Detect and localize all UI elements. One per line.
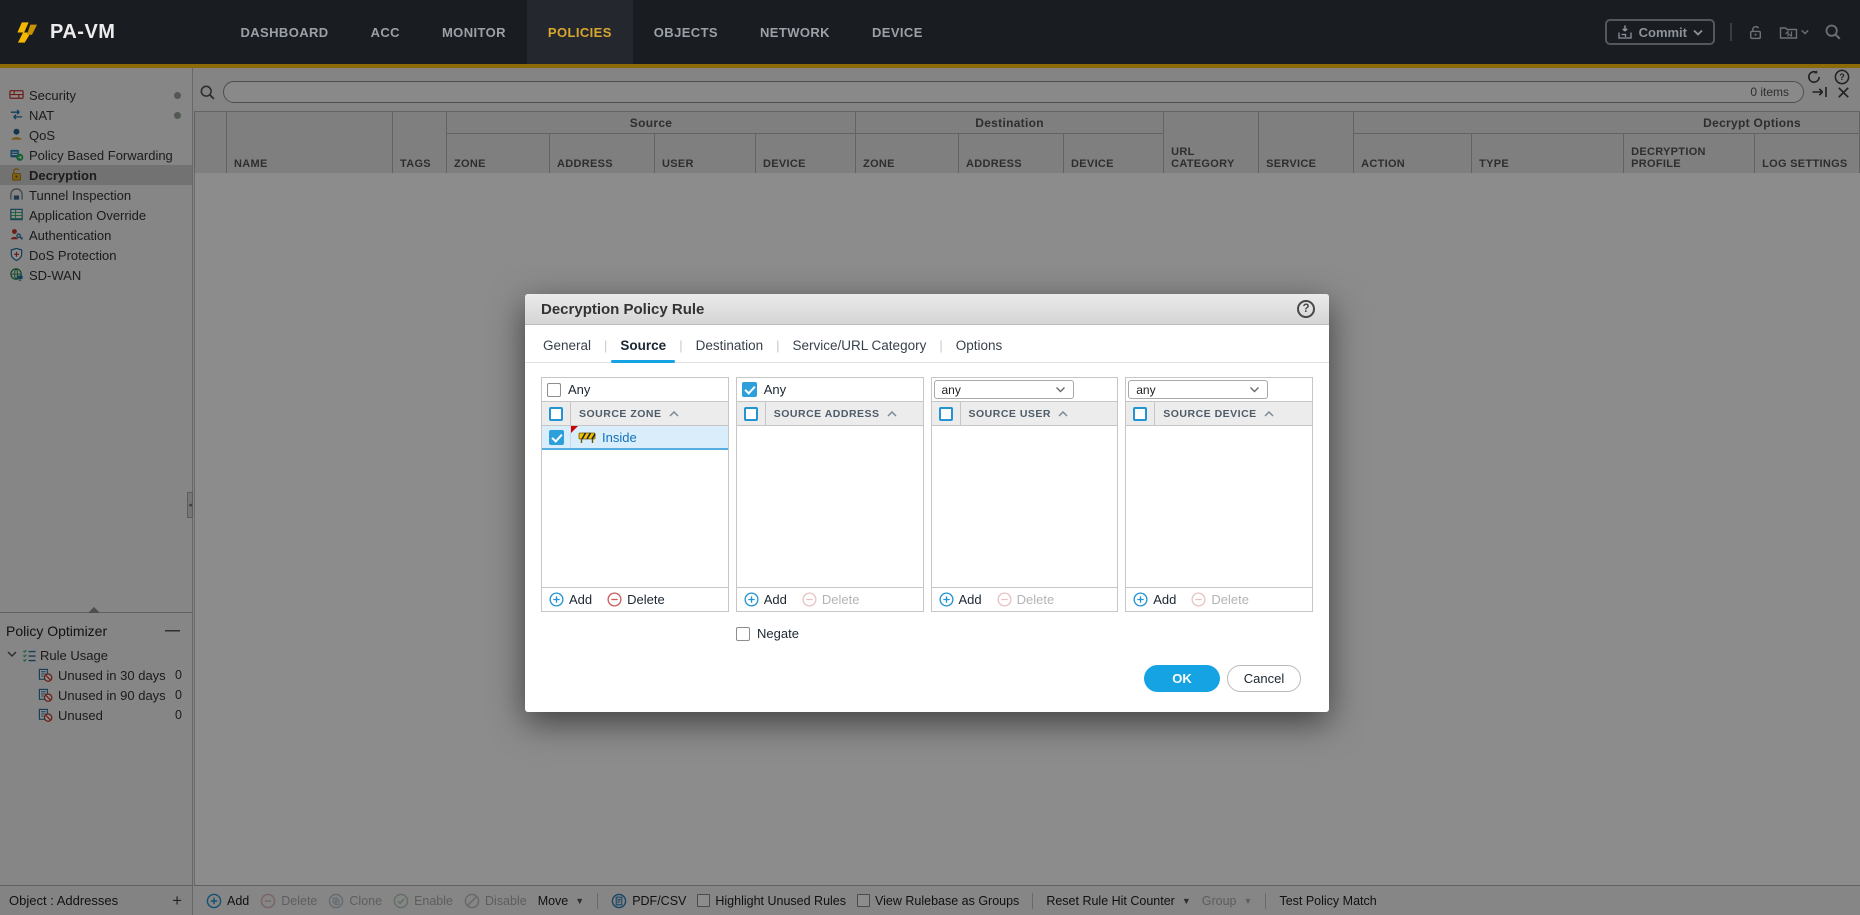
delete-icon xyxy=(1191,592,1206,607)
negate-toggle[interactable]: Negate xyxy=(736,626,1313,641)
zone-row-inside[interactable]: Inside xyxy=(542,426,728,450)
select-all-checkbox[interactable] xyxy=(549,407,563,421)
lock-icon[interactable] xyxy=(1747,24,1764,41)
source-user-footer: Add Delete xyxy=(932,587,1118,611)
zone-icon xyxy=(578,431,596,444)
device-add-button[interactable]: Add xyxy=(1133,592,1176,607)
main-menu: DASHBOARD ACC MONITOR POLICIES OBJECTS N… xyxy=(219,0,943,64)
chevron-down-icon xyxy=(1249,386,1260,393)
source-address-panel: Any SOURCE ADDRESS Add xyxy=(736,377,924,612)
device-delete-button[interactable]: Delete xyxy=(1191,592,1249,607)
tab-source[interactable]: Source xyxy=(607,338,679,362)
chevron-down-icon xyxy=(1801,29,1809,35)
any-checkbox-checked[interactable] xyxy=(742,382,757,397)
source-zone-list: Inside xyxy=(542,426,728,587)
add-icon xyxy=(1133,592,1148,607)
user-add-button[interactable]: Add xyxy=(939,592,982,607)
user-delete-button[interactable]: Delete xyxy=(997,592,1055,607)
brand-name: PA-VM xyxy=(50,21,115,44)
commit-button[interactable]: Commit xyxy=(1605,19,1715,45)
zone-name: Inside xyxy=(602,430,637,445)
source-address-any-row[interactable]: Any xyxy=(737,378,923,401)
source-user-select[interactable]: any xyxy=(934,380,1074,399)
nav-item-device[interactable]: DEVICE xyxy=(851,0,944,64)
zone-add-button[interactable]: Add xyxy=(549,592,592,607)
chevron-down-icon xyxy=(1055,386,1066,393)
pan-logo-icon xyxy=(14,19,41,46)
sort-asc-icon[interactable] xyxy=(1264,411,1274,417)
delete-icon xyxy=(997,592,1012,607)
delete-icon xyxy=(802,592,817,607)
source-zone-panel: Any SOURCE ZONE xyxy=(541,377,729,612)
nav-utilities: Commit xyxy=(1605,19,1842,45)
nav-item-acc[interactable]: ACC xyxy=(350,0,421,64)
add-icon xyxy=(744,592,759,607)
any-checkbox-unchecked[interactable] xyxy=(547,383,561,397)
row-checkbox-checked[interactable] xyxy=(549,430,564,445)
source-address-header: SOURCE ADDRESS xyxy=(737,401,923,426)
top-nav: PA-VM DASHBOARD ACC MONITOR POLICIES OBJ… xyxy=(0,0,1860,64)
address-delete-button[interactable]: Delete xyxy=(802,592,860,607)
source-user-column-label[interactable]: SOURCE USER xyxy=(969,408,1052,420)
source-device-select[interactable]: any xyxy=(1128,380,1268,399)
nav-item-objects[interactable]: OBJECTS xyxy=(633,0,739,64)
source-zone-footer: Add Delete xyxy=(542,587,728,611)
decryption-policy-rule-dialog: Decryption Policy Rule ? General | Sourc… xyxy=(525,294,1329,712)
tab-destination[interactable]: Destination xyxy=(683,338,777,362)
delete-icon xyxy=(607,592,622,607)
source-device-panel: any SOURCE DEVICE xyxy=(1125,377,1313,612)
nav-item-network[interactable]: NETWORK xyxy=(739,0,851,64)
source-user-header: SOURCE USER xyxy=(932,401,1118,426)
sort-asc-icon[interactable] xyxy=(887,411,897,417)
brand: PA-VM xyxy=(14,19,115,46)
source-device-footer: Add Delete xyxy=(1126,587,1312,611)
sort-asc-icon[interactable] xyxy=(669,411,679,417)
nav-item-monitor[interactable]: MONITOR xyxy=(421,0,527,64)
dialog-title-bar: Decryption Policy Rule ? xyxy=(525,294,1329,325)
dialog-footer: OK Cancel xyxy=(541,665,1313,712)
select-all-checkbox[interactable] xyxy=(744,407,758,421)
source-device-select-row: any xyxy=(1126,378,1312,401)
tab-general[interactable]: General xyxy=(541,338,604,362)
source-zone-column-label[interactable]: SOURCE ZONE xyxy=(579,408,662,420)
global-search-icon[interactable] xyxy=(1824,23,1842,41)
cancel-button[interactable]: Cancel xyxy=(1227,665,1301,692)
dialog-tabs: General | Source | Destination | Service… xyxy=(525,325,1329,363)
source-zone-header: SOURCE ZONE xyxy=(542,401,728,426)
commit-icon xyxy=(1617,24,1633,40)
dialog-help-icon[interactable]: ? xyxy=(1297,300,1315,318)
add-icon xyxy=(549,592,564,607)
tab-options[interactable]: Options xyxy=(943,338,1016,362)
negate-checkbox[interactable] xyxy=(736,627,750,641)
dialog-title: Decryption Policy Rule xyxy=(541,301,704,318)
nav-item-dashboard[interactable]: DASHBOARD xyxy=(219,0,349,64)
source-user-panel: any SOURCE USER xyxy=(931,377,1119,612)
add-icon xyxy=(939,592,954,607)
nav-divider xyxy=(1730,23,1732,41)
sort-asc-icon[interactable] xyxy=(1058,411,1068,417)
ok-button[interactable]: OK xyxy=(1144,665,1220,692)
edited-flag-icon xyxy=(571,426,578,433)
source-device-header: SOURCE DEVICE xyxy=(1126,401,1312,426)
tab-service-url-category[interactable]: Service/URL Category xyxy=(780,338,940,362)
pan-os-screen: PA-VM DASHBOARD ACC MONITOR POLICIES OBJ… xyxy=(0,0,1860,915)
source-address-column-label[interactable]: SOURCE ADDRESS xyxy=(774,408,880,420)
source-device-list xyxy=(1126,426,1312,587)
source-address-footer: Add Delete xyxy=(737,587,923,611)
address-add-button[interactable]: Add xyxy=(744,592,787,607)
config-audit-control[interactable] xyxy=(1779,24,1809,41)
dialog-body: Any SOURCE ZONE xyxy=(525,363,1329,712)
source-address-list xyxy=(737,426,923,587)
source-user-list xyxy=(932,426,1118,587)
chevron-down-icon xyxy=(1693,29,1703,36)
source-device-column-label[interactable]: SOURCE DEVICE xyxy=(1163,408,1256,420)
source-user-select-row: any xyxy=(932,378,1118,401)
zone-delete-button[interactable]: Delete xyxy=(607,592,665,607)
config-audit-icon xyxy=(1779,24,1799,41)
select-all-checkbox[interactable] xyxy=(1133,407,1147,421)
source-zone-any-row[interactable]: Any xyxy=(542,378,728,401)
select-all-checkbox[interactable] xyxy=(939,407,953,421)
nav-item-policies[interactable]: POLICIES xyxy=(527,0,633,64)
